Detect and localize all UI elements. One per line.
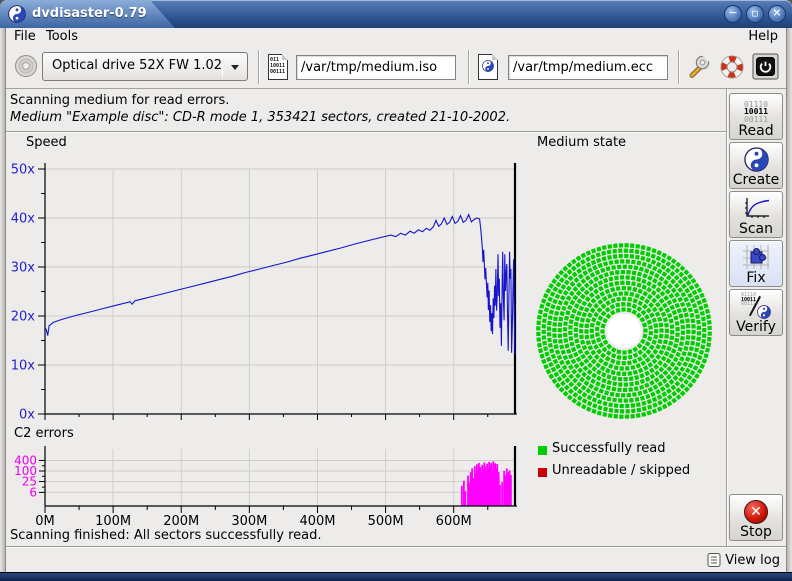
create-icon [744, 147, 769, 172]
speed-chart-title: Speed [26, 135, 67, 150]
status-line-1: Scanning medium for read errors. [10, 93, 229, 108]
scan-button[interactable]: Scan [729, 191, 783, 238]
svg-text:30x: 30x [11, 261, 36, 276]
fix-button[interactable]: Fix [729, 240, 783, 287]
read-icon: 01110 10011 00111 [744, 101, 768, 124]
app-icon [8, 5, 26, 23]
help-button[interactable] [718, 53, 746, 81]
svg-text:100M: 100M [95, 514, 131, 529]
view-log-icon [706, 552, 722, 568]
svg-text:400M: 400M [299, 514, 335, 529]
verify-button[interactable]: 01110 10011 00111 Verify [729, 289, 783, 336]
titlebar[interactable]: dvdisaster-0.79 ─ ▫ ✕ [0, 0, 792, 28]
svg-text:20x: 20x [11, 310, 36, 325]
main-area: Scanning medium for read errors. Medium … [6, 88, 786, 546]
legend-swatch-green [538, 446, 547, 455]
toolbar: Optical drive 52X FW 1.02 011 10011 0011… [6, 46, 786, 88]
window-body: File Tools Help Optical drive 52X FW 1.0… [6, 28, 786, 572]
power-icon [752, 53, 779, 80]
close-button[interactable]: ✕ [768, 5, 786, 23]
verify-icon: 01110 10011 00111 [741, 293, 771, 319]
stop-button[interactable]: ✕ Stop [729, 494, 783, 541]
medium-state-disc [534, 241, 714, 421]
legend-swatch-red [538, 468, 547, 477]
ecc-file-input[interactable] [508, 55, 668, 80]
svg-text:200M: 200M [163, 514, 199, 529]
scan-result-message: Scanning finished: All sectors successfu… [10, 528, 322, 543]
window-frame-bottom [0, 572, 792, 581]
app-window: dvdisaster-0.79 ─ ▫ ✕ File Tools Help Op… [0, 0, 792, 581]
stop-icon: ✕ [744, 500, 768, 524]
quit-button[interactable] [752, 53, 779, 80]
svg-text:600M: 600M [436, 514, 472, 529]
c2-errors-chart: 6251004000M100M200M300M400M500M600M [6, 421, 536, 536]
menubar: File Tools Help [6, 28, 786, 46]
wrench-icon [686, 53, 713, 80]
panel-separator [726, 89, 728, 547]
image-file-icon: 011 10011 00111 [268, 54, 288, 80]
fix-icon [742, 244, 770, 270]
menu-help[interactable]: Help [742, 28, 784, 46]
view-log-button[interactable]: View log [706, 550, 780, 570]
svg-text:40x: 40x [11, 212, 36, 227]
drive-icon [14, 54, 38, 78]
medium-state-title: Medium state [537, 135, 626, 150]
window-frame-right [786, 28, 792, 572]
svg-text:0M: 0M [35, 514, 55, 529]
svg-text:500M: 500M [368, 514, 404, 529]
svg-text:400: 400 [14, 453, 37, 467]
lifebuoy-icon [718, 53, 746, 81]
minimize-button[interactable]: ─ [724, 5, 742, 23]
menu-tools[interactable]: Tools [40, 28, 84, 46]
scan-icon [742, 196, 770, 221]
create-button[interactable]: Create [729, 142, 783, 189]
status-separator [6, 131, 726, 133]
chevron-down-icon [231, 65, 239, 70]
preferences-button[interactable] [686, 53, 713, 80]
svg-text:10x: 10x [11, 359, 36, 374]
drive-selector[interactable]: Optical drive 52X FW 1.02 [42, 52, 248, 81]
svg-text:300M: 300M [231, 514, 267, 529]
image-file-input[interactable] [296, 55, 456, 80]
read-button[interactable]: 01110 10011 00111 Read [729, 93, 783, 140]
menu-file[interactable]: File [8, 28, 42, 46]
drive-selector-value: Optical drive 52X FW 1.02 [52, 58, 222, 73]
maximize-button[interactable]: ▫ [746, 5, 764, 23]
footer: View log [6, 546, 786, 572]
ecc-file-icon [478, 54, 498, 80]
speed-chart: 0x10x20x30x40x50x [6, 155, 536, 435]
window-title: dvdisaster-0.79 [32, 6, 147, 21]
status-line-2: Medium "Example disc": CD-R mode 1, 3534… [10, 110, 510, 125]
svg-text:50x: 50x [11, 163, 36, 178]
